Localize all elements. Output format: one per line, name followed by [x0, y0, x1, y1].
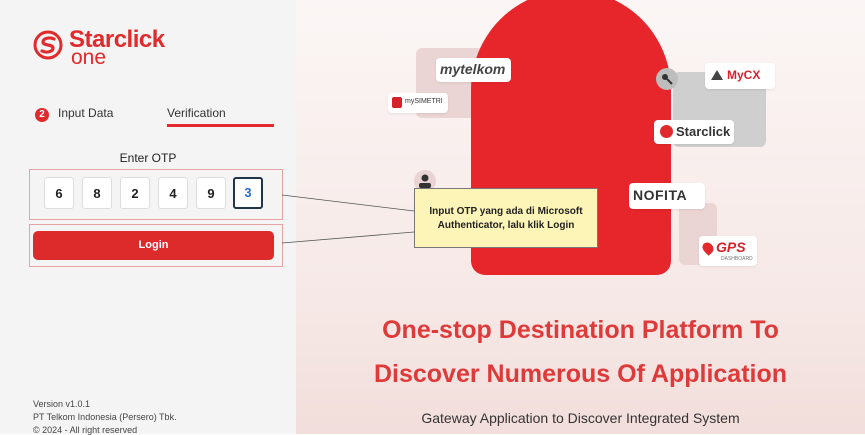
- annotation-tooltip: Input OTP yang ada di Microsoft Authenti…: [414, 188, 598, 248]
- tooltip-line-1: Input OTP yang ada di Microsoft: [429, 206, 583, 217]
- tooltip-line-2: Authenticator, lalu klik Login: [437, 220, 575, 231]
